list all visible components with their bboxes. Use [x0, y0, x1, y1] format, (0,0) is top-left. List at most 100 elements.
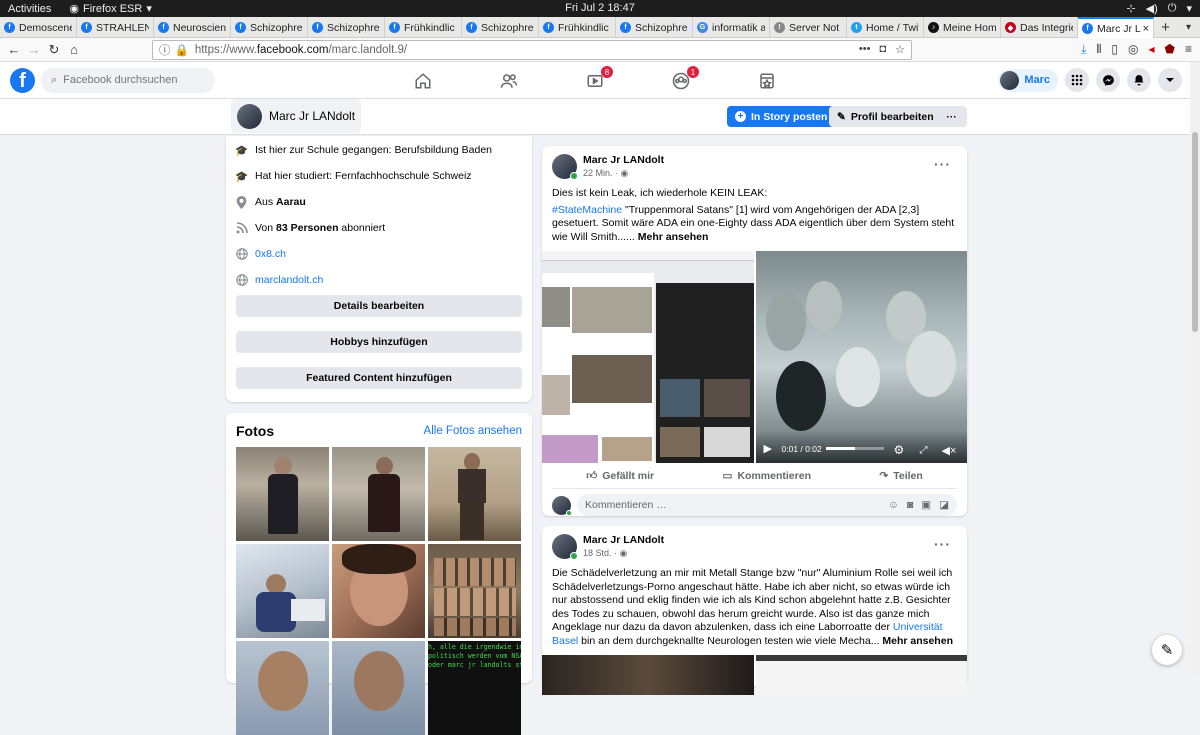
nav-watch[interactable]: 8	[552, 62, 638, 99]
tab[interactable]: f Neuroscien	[154, 17, 231, 38]
add-hobbies-button[interactable]: Hobbys hinzufügen	[236, 331, 522, 353]
close-tab-icon[interactable]: ×	[1141, 23, 1149, 35]
photo-thumbnail[interactable]: h, alle die irgendwie in z politisch wer…	[428, 641, 521, 735]
tab[interactable]: f Schizophre	[616, 17, 693, 38]
settings-gear-icon[interactable]: ⚙	[894, 443, 905, 457]
menu-grid-icon[interactable]	[1065, 68, 1089, 92]
avatar[interactable]	[552, 534, 578, 560]
system-tray[interactable]: ⊹ ◀) ⏻ ▾	[1126, 2, 1192, 15]
post-timestamp[interactable]: 18 Std. ·	[583, 548, 620, 558]
post-author[interactable]: Marc Jr LANdolt	[583, 154, 664, 166]
avatar[interactable]	[552, 154, 578, 180]
mute-icon[interactable]: ◀×	[942, 444, 957, 457]
account-icon[interactable]: ◎	[1128, 42, 1138, 57]
fullscreen-icon[interactable]: ⤢	[920, 445, 928, 456]
facebook-logo[interactable]: f	[10, 67, 35, 93]
gif-icon[interactable]: ▣	[921, 499, 931, 511]
forward-icon[interactable]: →	[24, 42, 44, 57]
post-image[interactable]	[755, 655, 967, 695]
photo-thumbnail[interactable]	[332, 641, 425, 735]
tab[interactable]: ◆ Das Integrie	[1001, 17, 1078, 38]
bookmark-star-icon[interactable]: ☆	[895, 43, 905, 56]
intro-from-city[interactable]: Aarau	[276, 196, 306, 208]
profile-shortcut[interactable]: Marc	[998, 68, 1058, 92]
new-message-button[interactable]: ✎	[1152, 635, 1182, 665]
screenshot-image[interactable]	[542, 251, 754, 463]
tab[interactable]: f Demoscene	[0, 17, 77, 38]
comment-button[interactable]: ▭ Kommentieren	[723, 470, 811, 482]
photo-thumbnail[interactable]	[428, 447, 521, 541]
account-menu-chevron-icon[interactable]	[1158, 68, 1182, 92]
nav-home[interactable]	[380, 62, 466, 99]
add-story-button[interactable]: + In Story posten	[727, 106, 836, 127]
nav-friends[interactable]	[466, 62, 552, 99]
url-bar[interactable]: ⓘ 🔒 https://www. facebook.com/marc.landol…	[152, 39, 912, 60]
photo-thumbnail[interactable]	[332, 544, 425, 638]
nav-gaming[interactable]	[724, 62, 810, 99]
list-tabs-button[interactable]: ▾	[1177, 17, 1200, 37]
emoji-icon[interactable]: ☺	[888, 499, 899, 511]
messenger-icon[interactable]	[1096, 68, 1120, 92]
see-more-link[interactable]: Mehr ansehen	[882, 635, 953, 647]
ublock-icon[interactable]: ⬟	[1165, 42, 1175, 57]
reload-icon[interactable]: ↻	[44, 42, 64, 58]
extension-icon[interactable]: ◂	[1149, 42, 1155, 57]
search-input[interactable]	[63, 74, 204, 86]
nav-groups[interactable]: 1	[638, 62, 724, 99]
activities-button[interactable]: Activities	[8, 3, 51, 15]
more-options-button[interactable]: ···	[936, 106, 967, 127]
intro-followers-count[interactable]: 83 Personen	[276, 222, 338, 234]
see-all-photos-link[interactable]: Alle Fotos ansehen	[424, 425, 522, 437]
share-button[interactable]: ↷ Teilen	[879, 470, 922, 482]
post-menu-icon[interactable]: ···	[934, 156, 951, 172]
photo-thumbnail[interactable]	[236, 447, 329, 541]
page-actions-icon[interactable]: •••	[859, 43, 871, 56]
video-progress-bar[interactable]	[825, 447, 884, 450]
post-menu-icon[interactable]: ···	[934, 536, 951, 552]
downloads-icon[interactable]: ⤓	[1081, 42, 1086, 57]
website-link-1[interactable]: 0x8.ch	[255, 248, 286, 260]
like-button[interactable]: 👍︎ Gefällt mir	[586, 469, 654, 483]
website-link-2[interactable]: marclandolt.ch	[255, 274, 323, 286]
tab[interactable]: f Frühkindlic	[539, 17, 616, 38]
tab[interactable]: f Frühkindlic	[385, 17, 462, 38]
tab[interactable]: f Schizophre	[231, 17, 308, 38]
photo-thumbnail[interactable]	[428, 544, 521, 638]
profile-name-link[interactable]: Marc Jr LANdolt	[231, 99, 362, 133]
page-scrollbar[interactable]	[1190, 62, 1200, 675]
sticker-icon[interactable]: ◪	[939, 499, 949, 511]
post-timestamp[interactable]: 22 Min. ·	[583, 168, 621, 178]
hashtag-link[interactable]: #StateMachine	[552, 204, 622, 216]
info-icon[interactable]: ⓘ	[159, 42, 171, 58]
library-icon[interactable]: ⫴	[1096, 42, 1101, 57]
home-icon[interactable]: ⌂	[64, 42, 84, 57]
pocket-icon[interactable]: ◘	[879, 43, 886, 56]
see-more-link[interactable]: Mehr ansehen	[638, 231, 709, 243]
post-image[interactable]	[542, 655, 754, 695]
tab[interactable]: ! Server Not F	[770, 17, 847, 38]
photo-thumbnail[interactable]	[332, 447, 425, 541]
edit-profile-button[interactable]: ✎ Profil bearbeiten	[829, 106, 942, 127]
photo-thumbnail[interactable]	[236, 641, 329, 735]
add-featured-button[interactable]: Featured Content hinzufügen	[236, 367, 522, 389]
tab[interactable]: f STRAHLEN	[77, 17, 154, 38]
notifications-bell-icon[interactable]	[1127, 68, 1151, 92]
edit-details-button[interactable]: Details bearbeiten	[236, 295, 522, 317]
photo-thumbnail[interactable]	[236, 544, 329, 638]
comment-input[interactable]: Kommentieren … ☺ ◙ ▣ ◪	[577, 494, 957, 516]
search-box[interactable]: ⌕	[41, 67, 215, 93]
tab[interactable]: Ginformatik a	[693, 17, 770, 38]
new-tab-button[interactable]: +	[1154, 17, 1177, 37]
camera-icon[interactable]: ◙	[907, 499, 913, 511]
tab[interactable]: f Schizophre	[308, 17, 385, 38]
menu-icon[interactable]: ≡	[1185, 42, 1192, 57]
app-menu[interactable]: ◉ Firefox ESR ▾	[69, 2, 151, 16]
back-icon[interactable]: ←	[4, 42, 24, 57]
play-icon[interactable]: ▶	[764, 442, 772, 455]
scrollbar-thumb[interactable]	[1192, 132, 1198, 332]
tab[interactable]: t Home / Twit	[847, 17, 924, 38]
video-player[interactable]: ▶ 0:01 / 0:02 ⚙ ⤢ ◀×	[755, 251, 967, 463]
sidebar-icon[interactable]: ▯	[1111, 42, 1118, 57]
tab-active[interactable]: f Marc Jr L ×	[1078, 17, 1154, 38]
tab[interactable]: ♪ Meine Hom	[924, 17, 1001, 38]
